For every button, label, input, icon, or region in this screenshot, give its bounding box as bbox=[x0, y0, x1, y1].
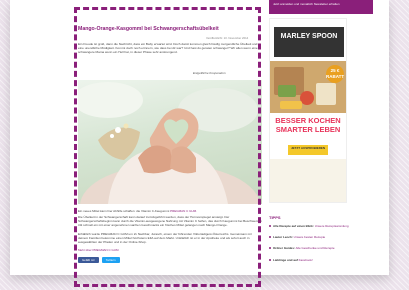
sponsored-note: Entgeltliche Kooperation bbox=[193, 71, 226, 75]
page: Mango-Orange-Kasgomml bei Schwangerschaf… bbox=[10, 0, 389, 275]
ad-headline: BESSER KOCHEN SMARTER LEBEN bbox=[275, 116, 341, 134]
share-bar: Gefällt mir Twittern bbox=[78, 257, 120, 263]
more-link[interactable]: Mehr über PREGMAN C GUM bbox=[78, 248, 119, 252]
bullet-icon bbox=[269, 247, 271, 250]
article-body-1: Die Übelkeit in der Schwangerschaft kann… bbox=[78, 215, 262, 228]
ad-footer-area bbox=[270, 159, 346, 202]
tips-heading: TIPPS bbox=[269, 215, 281, 220]
ad-brand-logo: MARLEY SPOON bbox=[274, 27, 344, 57]
bullet-icon bbox=[269, 225, 271, 228]
hands-heart-image bbox=[78, 82, 260, 204]
image-caption: Ein neues Mittel kann hier Abhilfe schaf… bbox=[78, 209, 262, 213]
bullet-icon bbox=[269, 259, 271, 262]
tip-item[interactable]: Lauter Leoch: Unsere besten Rezepte bbox=[269, 235, 369, 239]
newsletter-banner[interactable]: Jetzt anmelden und monatlich Newsletter … bbox=[269, 0, 373, 14]
article-dateline: Veröffentlicht: 10. November 2014 bbox=[206, 36, 249, 40]
twitter-button[interactable]: Twittern bbox=[101, 257, 120, 263]
ad-cta-button[interactable]: JETZT AUSPROBIEREN bbox=[288, 145, 328, 155]
article-intro: Ein Freude ist groß, dann die Nachricht,… bbox=[78, 42, 258, 55]
sidebar-ad[interactable]: MARLEY SPOON 25 € RABATT BESSER KOCHEN S… bbox=[269, 18, 347, 203]
bullet-icon bbox=[269, 236, 271, 239]
image-caption-text: Ein neues Mittel kann hier Abhilfe schaf… bbox=[78, 209, 171, 213]
article-headline: Mango-Orange-Kasgomml bei Schwangerschaf… bbox=[78, 26, 219, 32]
article-photo bbox=[78, 80, 262, 204]
tip-item[interactable]: Lieblinge und auf Facebook! bbox=[269, 258, 369, 262]
tip-item[interactable]: Ordner Guides: Alle Geschenke und Rezept… bbox=[269, 246, 369, 250]
article-body-2: Erhältlich wurde PREGMAN C GUM um 2x Nac… bbox=[78, 232, 252, 245]
tip-item[interactable]: Alle Rezepte auf einen Blick: Unsere Rez… bbox=[269, 224, 369, 228]
facebook-like-button[interactable]: Gefällt mir bbox=[78, 257, 99, 263]
product-link[interactable]: PREGMAN C GUM. bbox=[170, 209, 197, 213]
discount-badge: 25 € RABATT bbox=[326, 65, 344, 83]
